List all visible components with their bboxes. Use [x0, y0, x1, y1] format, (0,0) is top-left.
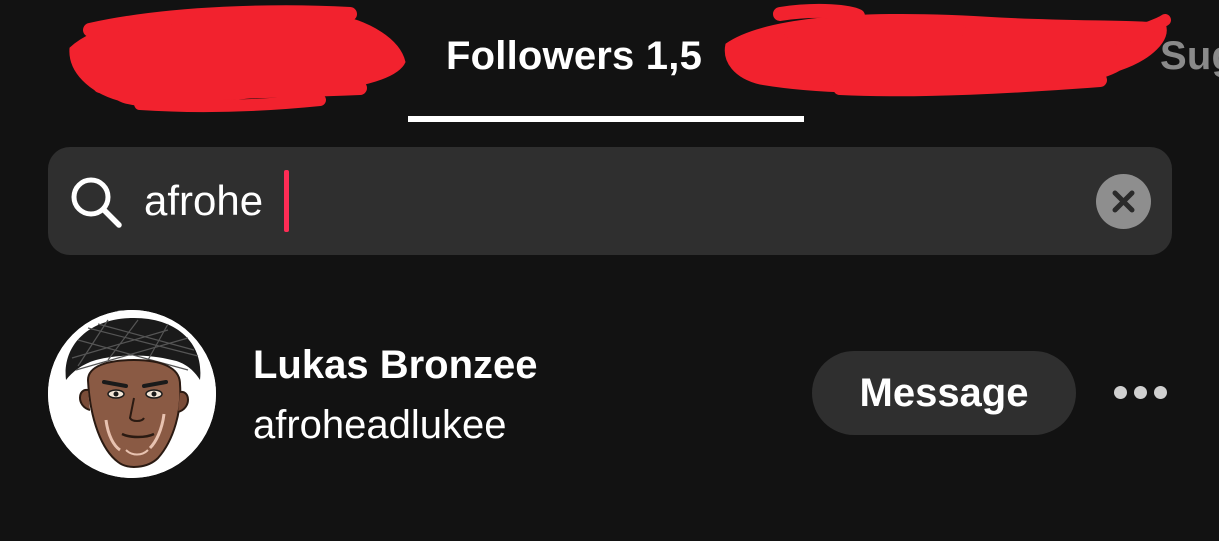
clear-search-button[interactable] — [1096, 174, 1151, 229]
close-icon — [1112, 190, 1135, 213]
tab-left-partial[interactable]: s — [72, 30, 94, 82]
message-button[interactable]: Message — [812, 351, 1076, 435]
text-caret — [284, 170, 289, 232]
avatar-illustration — [48, 310, 216, 478]
tab-following[interactable]: g — [735, 30, 760, 82]
tab-bar: s Followers 1,5 g Sug — [0, 0, 1219, 125]
display-name: Lukas Bronzee — [253, 343, 538, 387]
avatar[interactable] — [48, 310, 216, 478]
tab-suggested[interactable]: Sug — [1160, 30, 1219, 82]
tab-followers[interactable]: Followers 1,5 — [446, 30, 702, 82]
active-tab-indicator — [408, 116, 804, 122]
search-icon — [71, 177, 122, 228]
list-item[interactable]: Lukas Bronzee afroheadlukee Message — [0, 300, 1219, 490]
username: afroheadlukee — [253, 403, 507, 447]
search-input[interactable]: afrohe — [144, 170, 263, 232]
followers-screen: s Followers 1,5 g Sug afrohe — [0, 0, 1219, 541]
more-horizontal-icon[interactable] — [1108, 378, 1178, 408]
